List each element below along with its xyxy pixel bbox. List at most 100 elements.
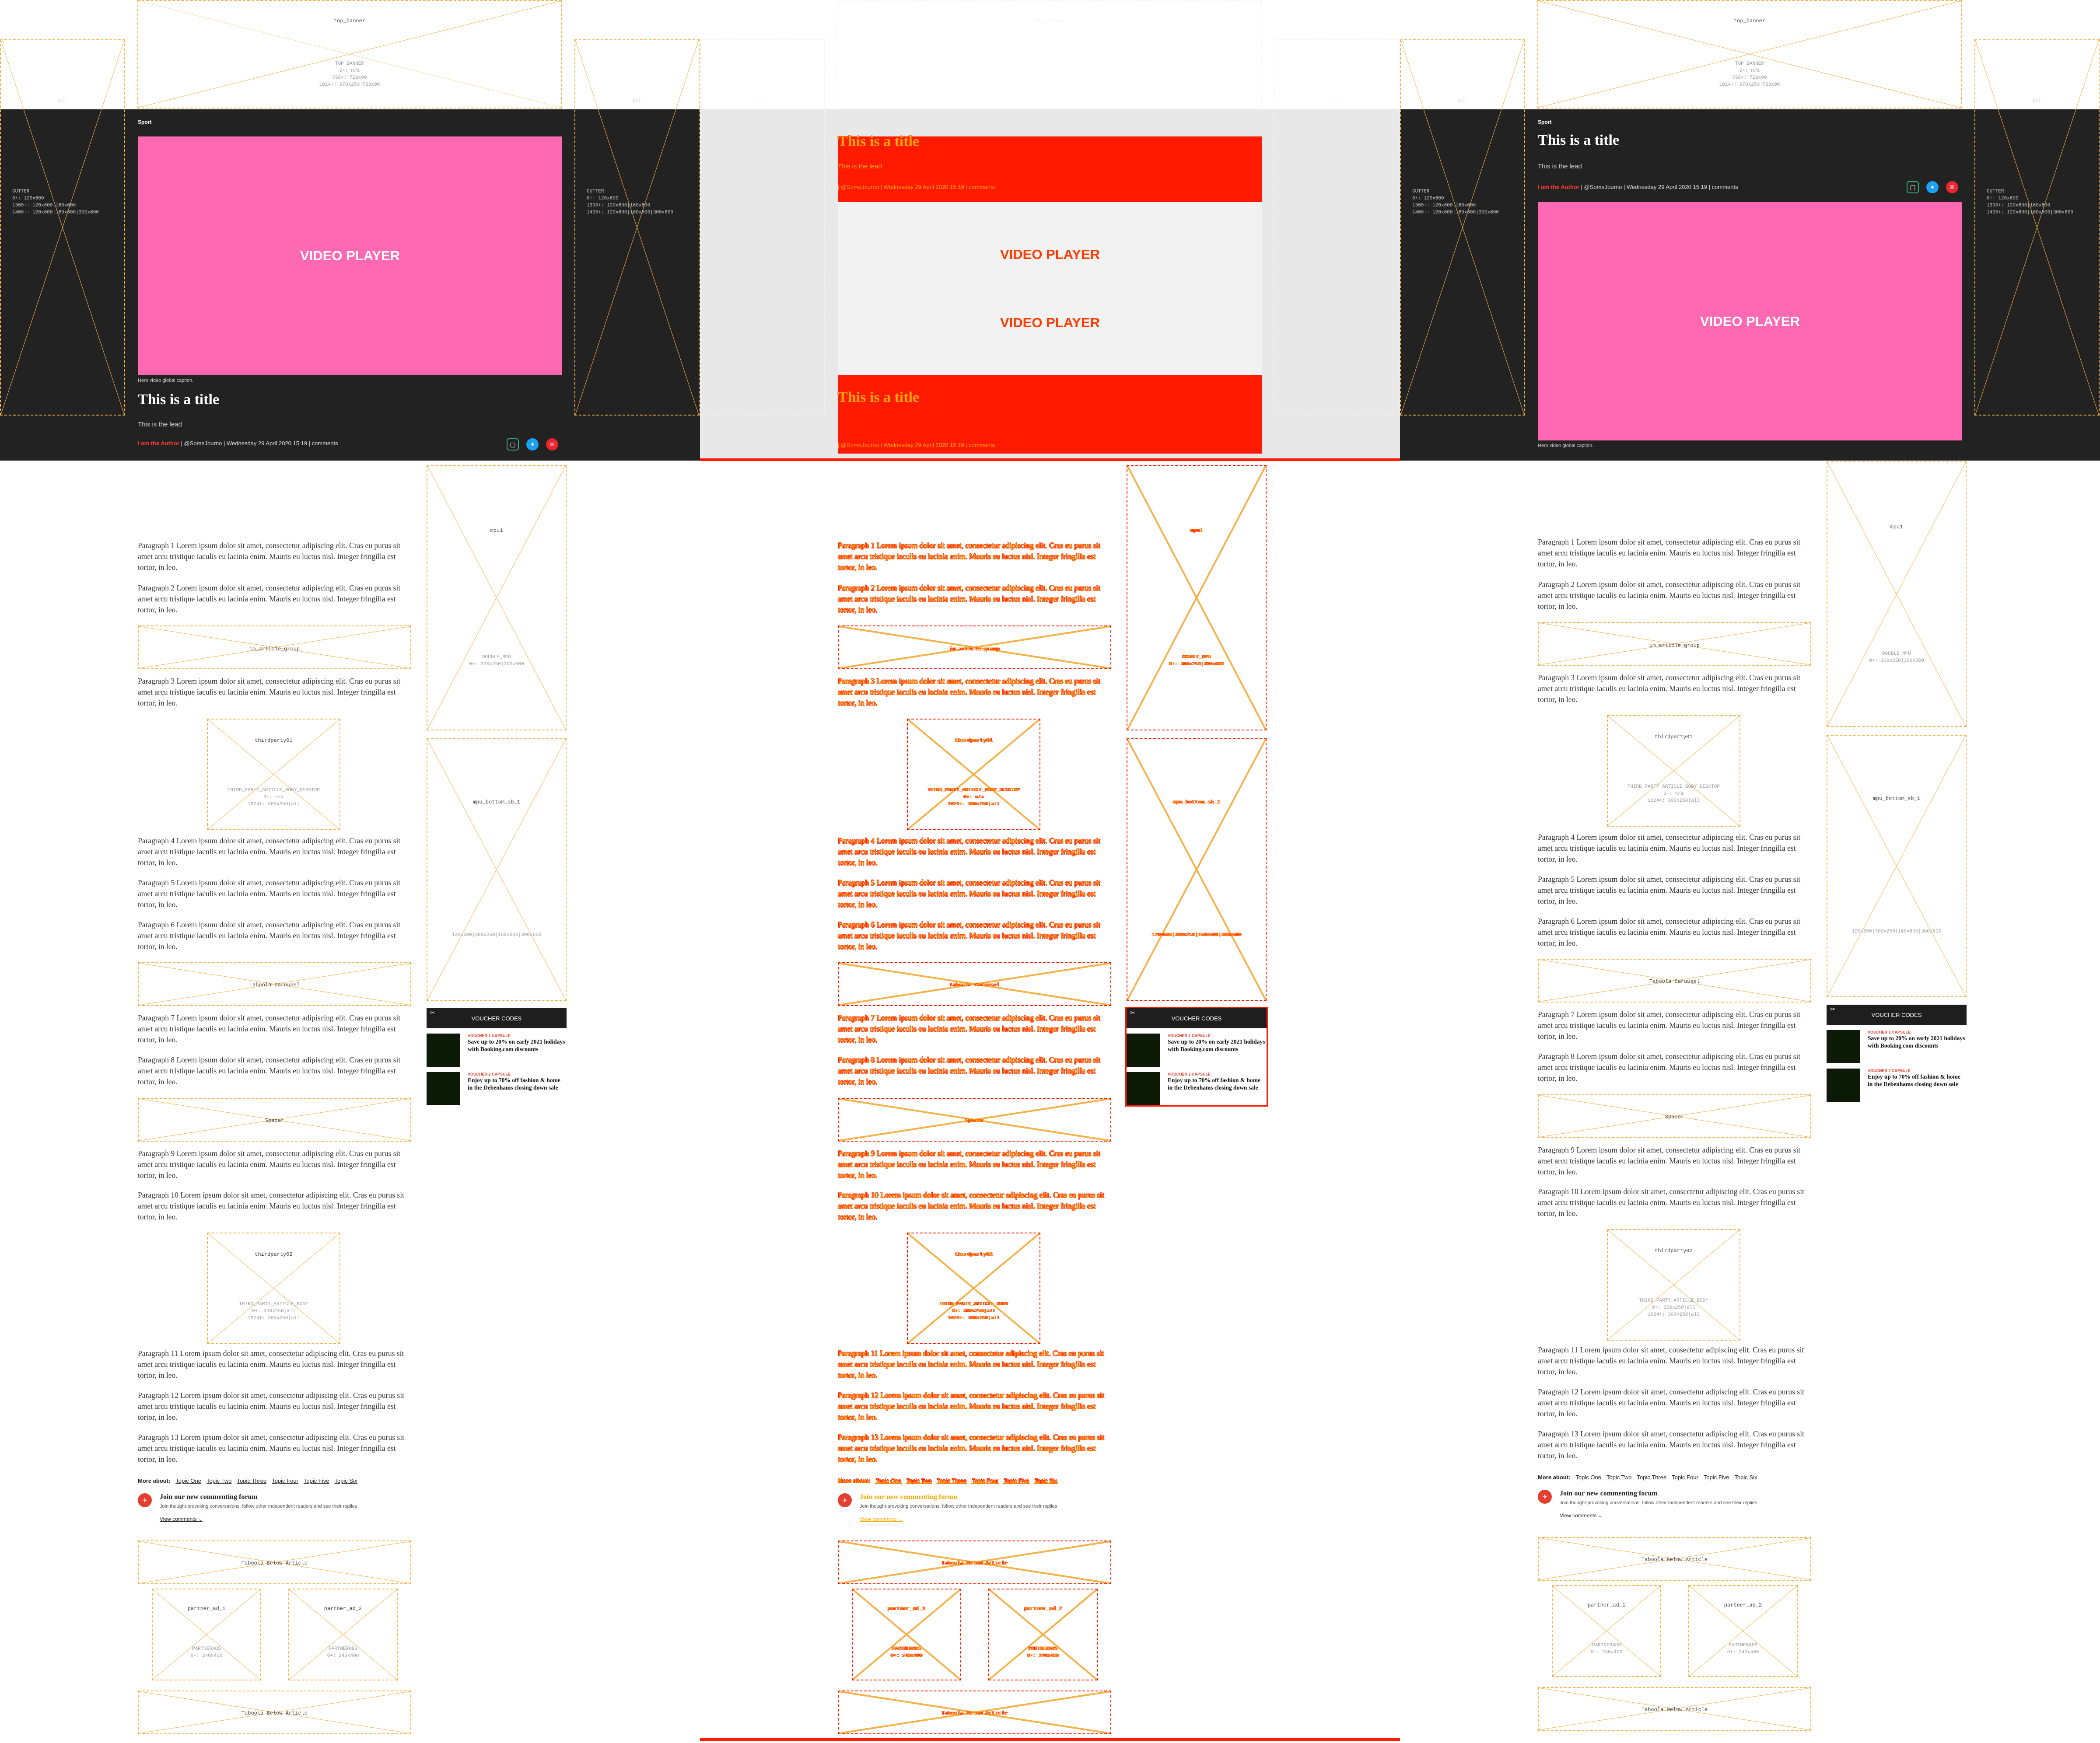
twitter-icon[interactable]: ✦ (526, 438, 539, 451)
topic-link[interactable]: Topic Five (1704, 1474, 1729, 1481)
byline-meta: | @SomeJourno | Wednesday 29 April 2020 … (1581, 184, 1738, 190)
voucher-text[interactable]: Save up to 20% on early 2021 holidays wi… (1168, 1038, 1267, 1053)
topics-row: More about: Topic One Topic Two Topic Three… (138, 1478, 362, 1484)
partner-ad-1-slot-label: partner_ad_1 (887, 1606, 926, 1612)
view-comments-link[interactable]: View comments ⌄ (1560, 1512, 1603, 1519)
view-comments-link[interactable]: View comments ⌄ (160, 1516, 203, 1522)
comment-share-icon[interactable]: ▢ (507, 438, 519, 451)
section-label[interactable]: Sport (138, 119, 151, 125)
gutter-right-label: gtr (2032, 98, 2042, 104)
partner-ad-1-slot: partner_ad_1 PARTNERADS 0+: 240x400 (852, 1589, 961, 1680)
paragraph: Paragraph 7 Lorem ipsum dolor sit amet, … (838, 1013, 1101, 1044)
topic-link[interactable]: Topic Three (237, 1478, 267, 1484)
hero-caption: Hero video global caption. (138, 378, 194, 383)
voucher-item[interactable]: VOUCHER 2 CAPSULE Enjoy up to 70% off fas… (427, 1072, 567, 1105)
mpu1-slot-size: DOUBLE_MPU 0+: 300x250|300x600 (1169, 655, 1224, 667)
byline: I am the Author | @SomeJourno | Wednesda… (138, 440, 338, 447)
paragraph: Paragraph 5 Lorem ipsum dolor sit amet, … (1538, 875, 1801, 905)
topic-link[interactable]: Topic Two (1606, 1474, 1632, 1481)
video-player[interactable]: VIDEO PLAYER (138, 136, 562, 375)
scissors-icon: ✂ (1130, 1009, 1135, 1016)
voucher-image (1827, 1030, 1860, 1063)
author-link[interactable]: I am the Author (1538, 184, 1579, 190)
mpu-bottom-slot: mpu_bottom_sb_1 120x600|300x250|160x600|3… (1827, 735, 1967, 997)
topic-link[interactable]: Topic Two (906, 1478, 932, 1484)
topic-link[interactable]: Topic Six (1034, 1478, 1057, 1484)
voucher-text[interactable]: Enjoy up to 70% off fashion & home in th… (1168, 1076, 1267, 1091)
view-comments-label: View comments (1560, 1512, 1597, 1519)
voucher-kicker: VOUCHER 2 CAPSULE (1868, 1069, 1911, 1073)
thirdparty01-slot-size: THIRD_PARTY_ARTICLE_BODY_DESKTOP 0+: n/a… (1627, 784, 1720, 803)
topic-link[interactable]: Topic Three (937, 1478, 967, 1484)
in-article-slot-label: im_article_group (249, 646, 300, 652)
thirdparty01-slot: thirdparty01 THIRD_PARTY_ARTICLE_BODY_DES… (207, 719, 340, 830)
twitter-icon[interactable]: ✦ (1926, 181, 1939, 193)
in-article-slot: im_article_group (838, 625, 1111, 669)
paragraph: Paragraph 2 Lorem ipsum dolor sit amet, … (838, 583, 1101, 614)
voucher-item[interactable]: VOUCHER 1 CAPSULE Save up to 20% on early… (1827, 1030, 1967, 1063)
paragraph: Paragraph 12 Lorem ipsum dolor sit amet,… (138, 1391, 404, 1422)
voucher-item[interactable]: VOUCHER 1 CAPSULE Save up to 20% on early… (1127, 1034, 1267, 1067)
voucher-item[interactable]: VOUCHER 1 CAPSULE Save up to 20% on early… (427, 1034, 567, 1067)
gutter-left-label: gtl (1458, 98, 1467, 104)
more-about-label: More about: (1538, 1474, 1571, 1481)
taboola-below-slot-2-label: Taboola Below Article (241, 1710, 308, 1716)
voucher-text[interactable]: Save up to 20% on early 2021 holidays wi… (1868, 1034, 1967, 1049)
video-player[interactable]: VIDEO PLAYER (1538, 202, 1962, 440)
taboola-below-slot-1-label: Taboola Below Article (941, 1560, 1008, 1566)
voucher-text[interactable]: Enjoy up to 70% off fashion & home in th… (1868, 1073, 1967, 1088)
email-icon[interactable]: ✉ (1946, 181, 1958, 193)
topic-link[interactable]: Topic Six (334, 1478, 357, 1484)
voucher-image (427, 1072, 460, 1105)
voucher-text[interactable]: Enjoy up to 70% off fashion & home in th… (468, 1076, 567, 1091)
topic-link[interactable]: Topic Four (972, 1478, 998, 1484)
voucher-text[interactable]: Save up to 20% on early 2021 holidays wi… (468, 1038, 567, 1053)
partner-ad-1-slot-size: PARTNERADS 0+: 240x400 (190, 1646, 223, 1659)
topic-link[interactable]: Topic Five (1004, 1478, 1029, 1484)
hero-section: gtl GUTTER 0+: 120x600 1300+: 120x600|16… (1400, 39, 2100, 461)
section-label[interactable]: Sport (1538, 119, 1551, 125)
taboola-below-slot-1: Taboola Below Article (1538, 1537, 1811, 1581)
taboola-carousel-slot-label: Taboola Carousel (249, 982, 300, 988)
topic-link[interactable]: Topic Six (1734, 1474, 1757, 1481)
voucher-item[interactable]: VOUCHER 2 CAPSULE Enjoy up to 70% off fas… (1827, 1069, 1967, 1102)
taboola-carousel-slot: Taboola Carousel (1538, 959, 1811, 1002)
paragraph: Paragraph 1 Lorem ipsum dolor sit amet, … (138, 541, 401, 572)
top-banner-slot-faded: top_banner (837, 0, 1262, 108)
topic-link[interactable]: Topic Three (1637, 1474, 1667, 1481)
email-icon[interactable]: ✉ (546, 438, 558, 451)
taboola-below-slot-1-label: Taboola Below Article (241, 1560, 308, 1566)
voucher-widget[interactable]: ✂ VOUCHER CODES VOUCHER 1 CAPSULE Save up t… (1125, 1007, 1268, 1107)
paragraph: Paragraph 10 Lorem ipsum dolor sit amet,… (138, 1191, 404, 1221)
paragraph: Paragraph 10 Lorem ipsum dolor sit amet,… (1538, 1187, 1804, 1218)
voucher-widget[interactable]: ✂ VOUCHER CODES VOUCHER 1 CAPSULE Save up t… (1827, 1005, 1967, 1102)
paragraph: Paragraph 9 Lorem ipsum dolor sit amet, … (838, 1149, 1101, 1180)
video-player[interactable]: VIDEO PLAYER VIDEO PLAYER (838, 202, 1262, 375)
author-link[interactable]: I am the Author (138, 440, 179, 447)
voucher-image (1127, 1072, 1160, 1105)
paragraph: Paragraph 6 Lorem ipsum dolor sit amet, … (1538, 917, 1801, 947)
topic-link[interactable]: Topic Four (1672, 1474, 1698, 1481)
video-label: VIDEO PLAYER (1000, 246, 1100, 262)
voucher-widget[interactable]: ✂ VOUCHER CODES VOUCHER 1 CAPSULE Save up t… (427, 1008, 567, 1105)
taboola-below-slot-2-label: Taboola Below Article (941, 1710, 1008, 1716)
forum-subtitle: Join thought-provoking conversations, fo… (860, 1504, 1057, 1509)
view-comments-link[interactable]: View comments ⌄ (860, 1516, 903, 1522)
mpu-bottom-slot-label: mpu_bottom_sb_1 (472, 799, 521, 805)
topic-link[interactable]: Topic Four (272, 1478, 298, 1484)
spacer-slot-label: Spacer (1665, 1114, 1684, 1120)
topic-link[interactable]: Topic Two (206, 1478, 232, 1484)
topic-link[interactable]: Topic One (1575, 1474, 1601, 1481)
forum-subtitle: Join thought-provoking conversations, fo… (1560, 1500, 1757, 1505)
topic-link[interactable]: Topic One (175, 1478, 201, 1484)
paragraph: Paragraph 13 Lorem ipsum dolor sit amet,… (838, 1433, 1104, 1464)
partner-ad-2-slot: partner_ad_2 PARTNERADS 0+: 240x400 (1688, 1585, 1798, 1677)
topic-link[interactable]: Topic One (875, 1478, 901, 1484)
voucher-item[interactable]: VOUCHER 2 CAPSULE Enjoy up to 70% off fas… (1127, 1072, 1267, 1105)
comment-share-icon[interactable]: ▢ (1907, 181, 1919, 193)
spacer-slot-label: Spacer (265, 1118, 284, 1124)
topic-link[interactable]: Topic Five (304, 1478, 329, 1484)
gutter-right-label: gtr (1332, 98, 1342, 104)
voucher-header-label: VOUCHER CODES (1871, 1011, 1922, 1018)
mpu1-slot: mpu1 DOUBLE_MPU 0+: 300x250|300x600 (1127, 465, 1267, 730)
